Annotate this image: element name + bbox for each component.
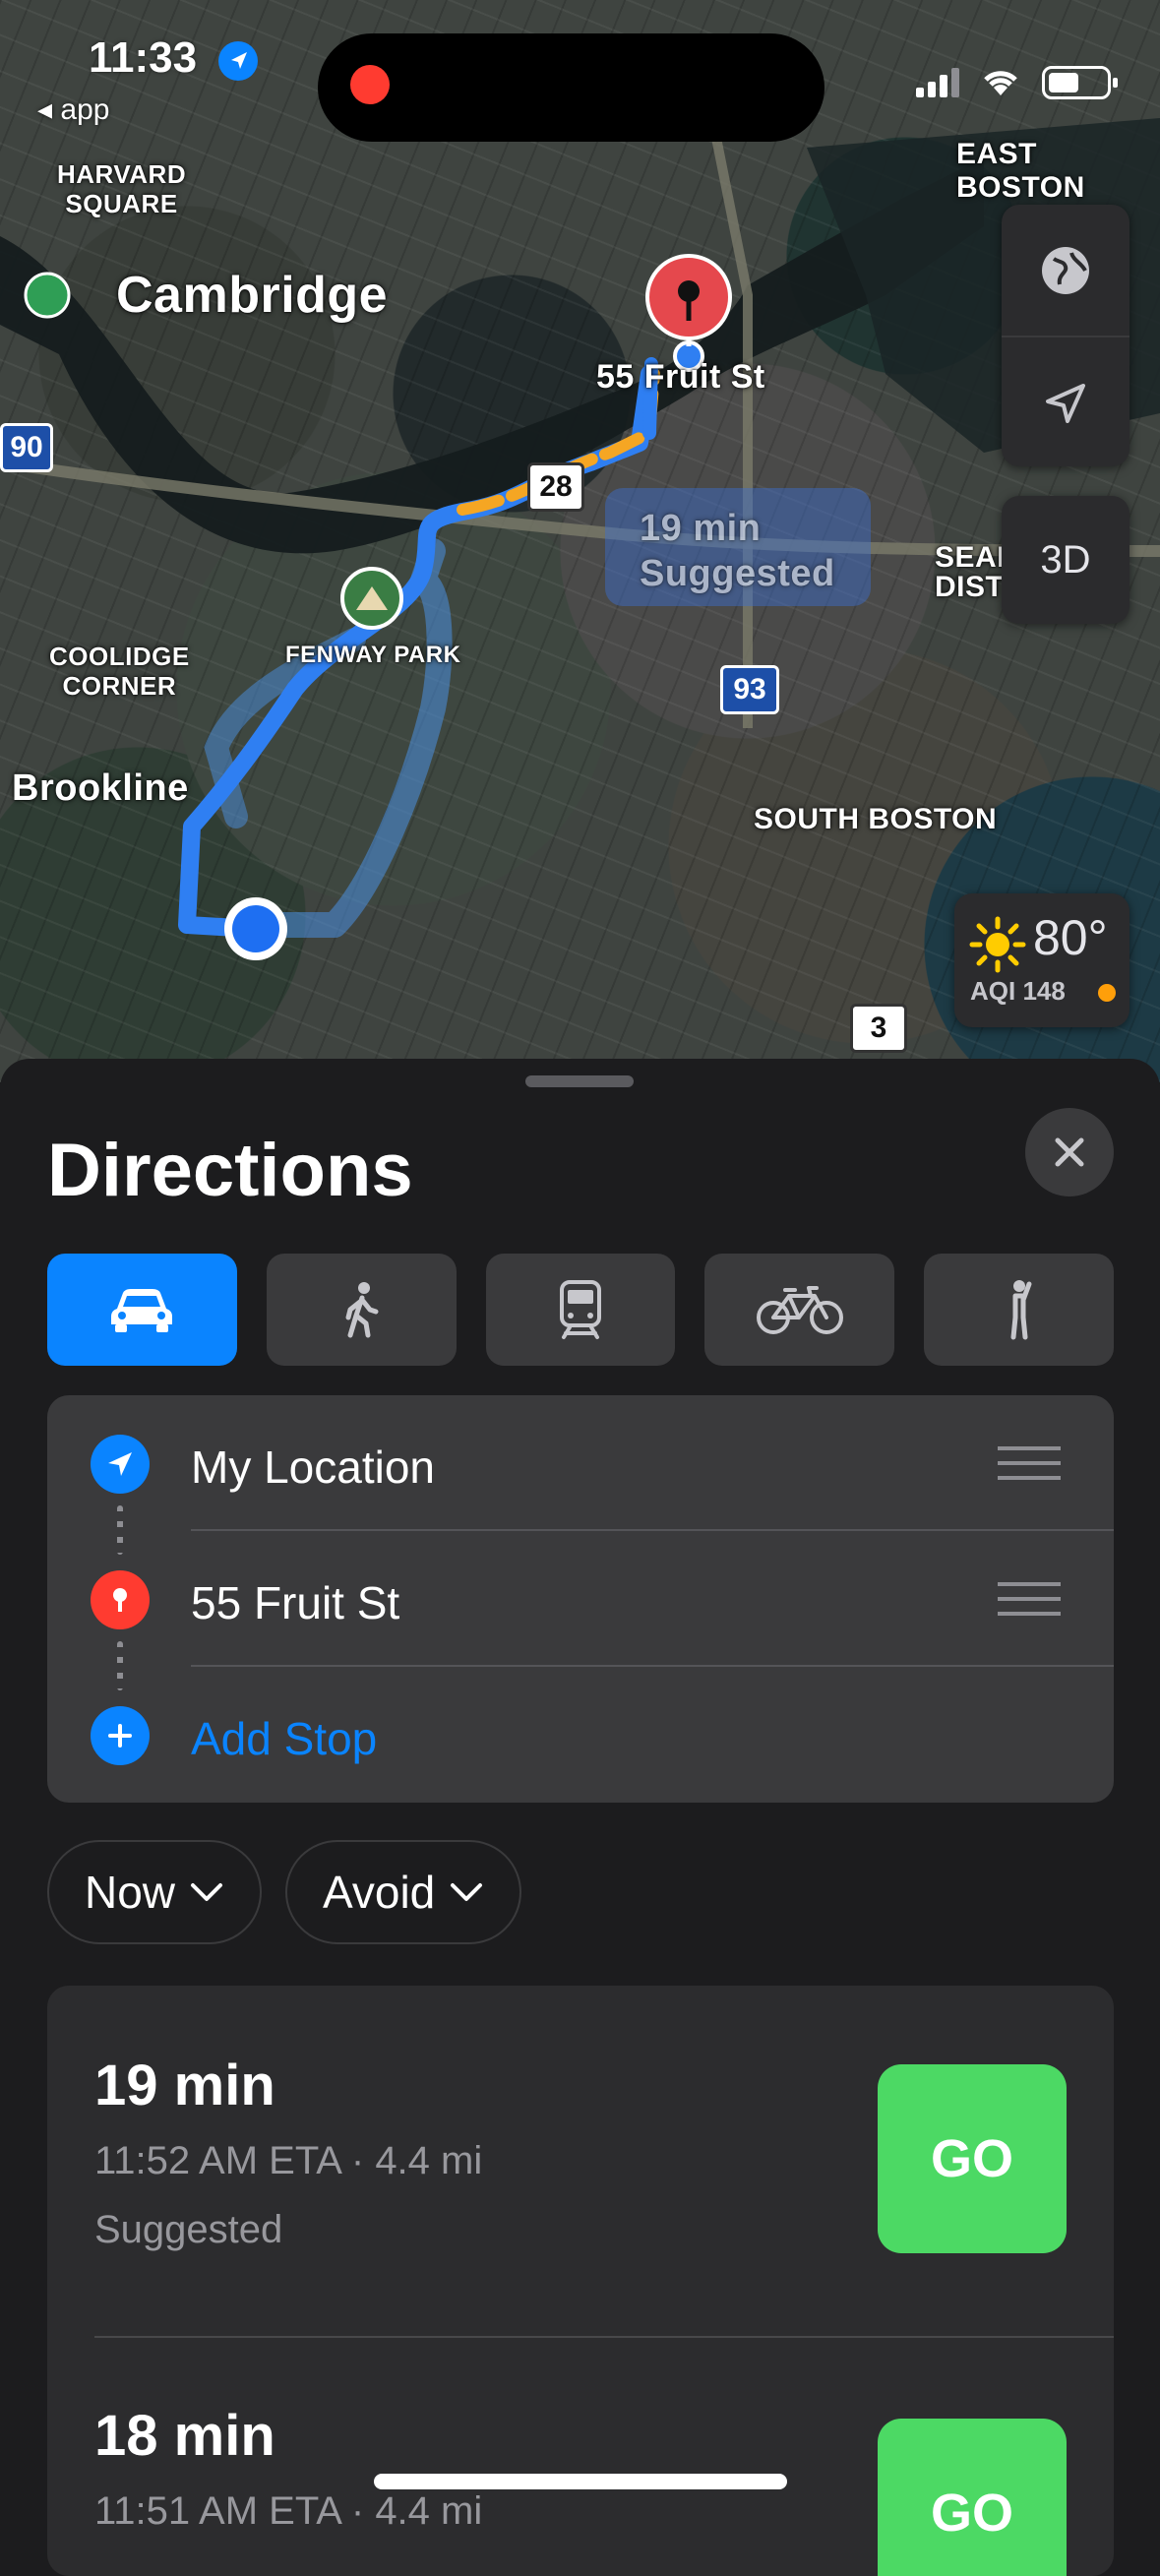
time-filter-button[interactable]: Now — [47, 1840, 263, 1944]
plus-icon — [91, 1706, 150, 1765]
time-filter-label: Now — [85, 1867, 176, 1918]
mode-rideshare-tab[interactable] — [924, 1254, 1114, 1366]
3d-toggle-button[interactable]: 3D — [1002, 496, 1129, 624]
mode-cycle-tab[interactable] — [704, 1254, 895, 1366]
label-south-boston: SOUTH BOSTON — [754, 803, 998, 835]
map-view[interactable]: HARVARD SQUARE Cambridge EAST BOSTON 55 F… — [0, 0, 1160, 1082]
sheet-grabber[interactable] — [525, 1075, 634, 1087]
route-tag: Suggested — [94, 2208, 283, 2251]
mode-drive-tab[interactable] — [47, 1254, 237, 1366]
label-brookline: Brookline — [12, 767, 189, 809]
route-eta: 11:52 AM ETA · 4.4 mi — [94, 2139, 483, 2182]
stop-destination-label: 55 Fruit St — [191, 1577, 400, 1628]
reorder-handle-icon[interactable] — [998, 1582, 1061, 1616]
directions-sheet: Directions My Location 55 Fruit St Add S… — [0, 1059, 1160, 2576]
car-icon — [111, 1289, 173, 1332]
route-duration: 19 min — [94, 2054, 275, 2117]
go-button[interactable]: GO — [878, 2064, 1067, 2253]
chevron-down-icon — [191, 1883, 223, 1901]
mode-transit-tab[interactable] — [485, 1254, 676, 1366]
route-duration: 18 min — [94, 2404, 275, 2468]
shield-i93: 93 — [720, 665, 779, 714]
shield-i90: 90 — [0, 423, 53, 472]
current-location-dot — [232, 905, 279, 952]
route-option[interactable]: 18 min 11:51 AM ETA · 4.4 mi GO — [47, 2340, 1114, 2576]
aqi-status-dot — [1098, 984, 1116, 1002]
stop-origin-label: My Location — [191, 1441, 436, 1493]
avoid-filter-label: Avoid — [323, 1867, 436, 1918]
label-harvard-square: HARVARD SQUARE — [57, 159, 187, 218]
weather-widget[interactable]: 80° AQI 148 — [954, 893, 1129, 1027]
dynamic-island — [318, 33, 824, 142]
label-coolidge-corner: COOLIDGE CORNER — [49, 642, 190, 701]
label-destination: 55 Fruit St — [596, 358, 765, 396]
shield-route-28: 28 — [527, 462, 584, 512]
globe-icon[interactable] — [1002, 205, 1129, 336]
close-button[interactable] — [1025, 1108, 1114, 1196]
highway-93 — [703, 97, 753, 728]
divider — [94, 2336, 1114, 2338]
add-stop-button[interactable]: Add Stop — [47, 1667, 1114, 1803]
map-controls — [1002, 205, 1129, 466]
recording-indicator-icon — [350, 65, 390, 104]
reorder-handle-icon[interactable] — [998, 1446, 1061, 1480]
bicycle-icon — [756, 1286, 843, 1334]
walk-icon — [345, 1282, 379, 1338]
transport-modes — [47, 1254, 1114, 1366]
stop-origin[interactable]: My Location — [47, 1395, 1114, 1531]
signal-icon — [916, 68, 959, 97]
train-icon — [559, 1280, 601, 1339]
route-filters: Now Avoid — [47, 1840, 522, 1944]
label-fenway-park: FENWAY PARK — [285, 642, 461, 668]
battery-icon — [1042, 66, 1118, 99]
pin-icon — [91, 1570, 150, 1629]
chevron-down-icon — [451, 1883, 483, 1901]
sun-icon — [969, 916, 1026, 973]
label-east-boston: EAST BOSTON — [956, 138, 1085, 204]
hail-icon — [1010, 1280, 1032, 1340]
route-eta: 11:51 AM ETA · 4.4 mi — [94, 2489, 483, 2533]
back-to-app-link[interactable]: ◂ app — [37, 92, 109, 127]
page-title: Directions — [47, 1129, 413, 1212]
location-services-icon — [218, 41, 258, 81]
weather-aqi: AQI 148 — [970, 976, 1066, 1006]
avoid-filter-button[interactable]: Avoid — [285, 1840, 522, 1944]
label-cambridge: Cambridge — [116, 267, 389, 324]
poi-marker — [24, 272, 71, 319]
location-arrow-icon[interactable] — [1002, 336, 1129, 466]
weather-temperature: 80° — [1033, 910, 1108, 965]
wifi-icon — [984, 71, 1017, 95]
shield-route-3: 3 — [850, 1004, 907, 1053]
location-arrow-icon — [91, 1435, 150, 1494]
status-time: 11:33 — [89, 33, 198, 82]
close-icon — [1055, 1137, 1084, 1167]
label-route-tag: Suggested — [640, 553, 835, 594]
add-stop-label: Add Stop — [191, 1713, 378, 1764]
go-button[interactable]: GO — [878, 2419, 1067, 2576]
status-icons — [916, 63, 1118, 102]
stop-destination[interactable]: 55 Fruit St — [47, 1531, 1114, 1667]
label-route-time: 19 min — [640, 508, 762, 549]
home-indicator[interactable] — [374, 2474, 787, 2489]
route-option[interactable]: 19 min 11:52 AM ETA · 4.4 mi Suggested G… — [47, 1986, 1114, 2340]
route-stops: My Location 55 Fruit St Add Stop — [47, 1395, 1114, 1803]
mode-walk-tab[interactable] — [266, 1254, 457, 1366]
